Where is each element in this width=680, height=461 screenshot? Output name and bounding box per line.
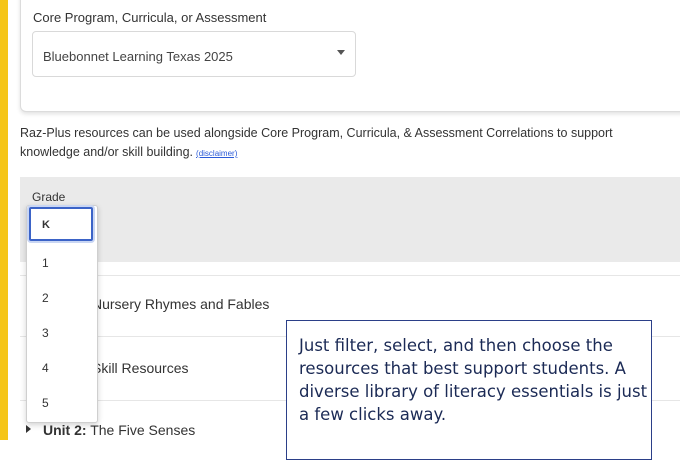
grade-option-3[interactable]: 3	[27, 317, 97, 347]
unit-number: Unit 2:	[43, 422, 87, 438]
grade-option-4[interactable]: 4	[27, 352, 97, 382]
core-program-select-value: Bluebonnet Learning Texas 2025	[43, 49, 233, 64]
list-item-title: The Five Senses	[86, 422, 196, 438]
grade-dropdown[interactable]: K 1 2 3 4 5	[26, 205, 98, 423]
caret-right-icon	[26, 425, 31, 433]
grade-filter-band	[20, 177, 680, 262]
description: Raz-Plus resources can be used alongside…	[20, 124, 680, 163]
grade-option-2[interactable]: 2	[27, 282, 97, 312]
grade-label: Grade	[32, 190, 66, 204]
grade-option-5[interactable]: 5	[27, 387, 97, 417]
callout-text: Just filter, select, and then choose the…	[299, 336, 648, 424]
description-line2: knowledge and/or skill building.	[20, 145, 194, 159]
core-program-label: Core Program, Curricula, or Assessment	[33, 10, 267, 25]
accent-bar	[0, 0, 8, 440]
description-line1: Raz-Plus resources can be used alongside…	[20, 126, 613, 140]
disclaimer-link[interactable]: (disclaimer)	[196, 149, 237, 158]
grade-option-k[interactable]: K	[29, 207, 93, 241]
core-program-select[interactable]: Bluebonnet Learning Texas 2025	[32, 31, 356, 77]
list-item-title: Skill Resources	[92, 360, 189, 376]
grade-option-1[interactable]: 1	[27, 247, 97, 277]
callout-box: Just filter, select, and then choose the…	[286, 320, 652, 460]
list-item-title: Nursery Rhymes and Fables	[92, 296, 270, 312]
chevron-down-icon	[337, 50, 345, 55]
